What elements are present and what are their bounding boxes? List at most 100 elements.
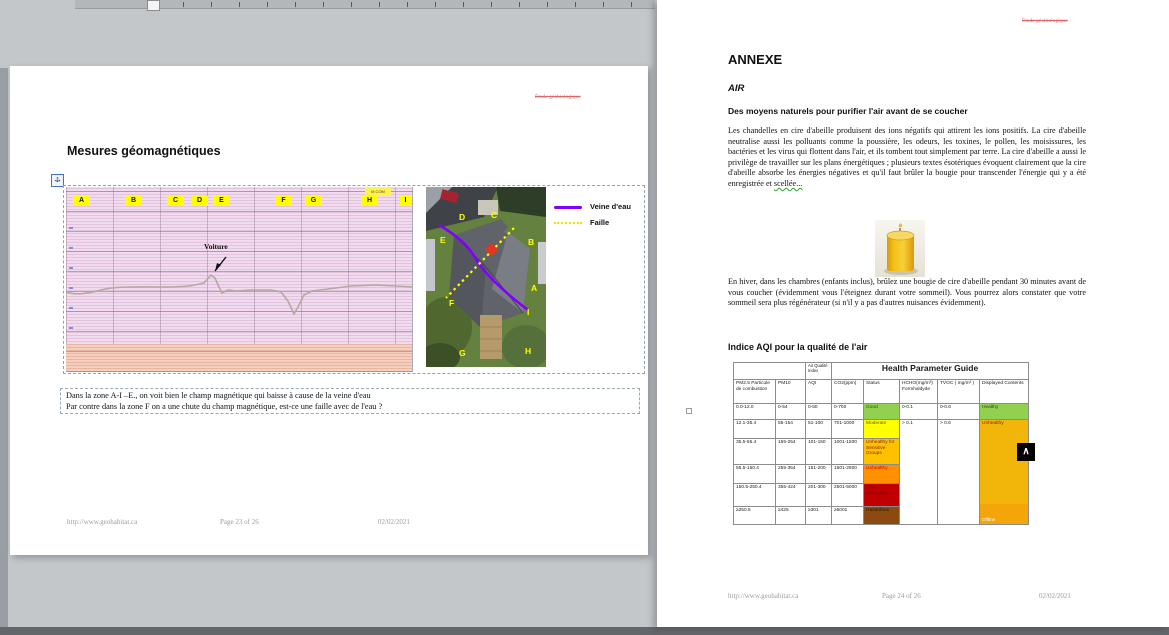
status-hazardous-cell: Hazardous bbox=[864, 507, 900, 525]
move-vertical-icon: ↕ bbox=[52, 174, 63, 185]
paragraph-beeswax: Les chandelles en cire d'abeille produis… bbox=[728, 126, 1086, 190]
bottom-window-edge bbox=[0, 627, 1169, 635]
magnetic-field-trace bbox=[66, 275, 413, 314]
cell-co2: 701-1000 bbox=[832, 420, 864, 439]
cell-pm10: 255-354 bbox=[776, 465, 806, 484]
health-parameter-table: Air Qualité Index Health Parameter Guide… bbox=[733, 362, 1029, 525]
beeswax-candle-image[interactable] bbox=[875, 220, 925, 277]
displayed-unhealthy-label: Unhealthy bbox=[982, 421, 1004, 426]
cell-aqi: 151-200 bbox=[806, 465, 832, 484]
geomagnetic-figure[interactable]: A B C D E F G H I M COM Voiture bbox=[63, 185, 645, 374]
cell-pm25: 0.0-12.0 bbox=[734, 404, 776, 420]
cell-pm25: 55.5-150.4 bbox=[734, 465, 776, 484]
page-title: Mesures géomagnétiques bbox=[67, 144, 221, 158]
cell-co2: 1001-1500 bbox=[832, 439, 864, 465]
legend-veine-label: Veine d'eau bbox=[590, 202, 631, 211]
table-row: 0.0-12.0 0-54 0-50 0-700 Good 0-0.1 0-0.… bbox=[734, 404, 1029, 420]
figure-caption-frame[interactable]: Dans la zone A-I –E., on voit bien le ch… bbox=[60, 388, 640, 414]
cell-hcho: 0-0.1 bbox=[900, 404, 938, 420]
aerial-photo: D C E B A F I G H bbox=[426, 187, 546, 367]
document-page-24[interactable]: Étude géobiologique ANNEXE AIR Des moyen… bbox=[657, 0, 1169, 627]
offline-label: Offline bbox=[982, 517, 995, 523]
table-corner-label: Air Qualité Index bbox=[806, 363, 832, 380]
cell-pm25: 12.1-35.4 bbox=[734, 420, 776, 439]
cell-pm10: ≥425 bbox=[776, 507, 806, 525]
struck-watermark-text: Étude géobiologique bbox=[535, 94, 581, 100]
horizontal-ruler[interactable] bbox=[75, 0, 655, 9]
hcho-merged-cell: > 0.1 bbox=[900, 420, 938, 525]
cell-co2: 2501-5000 bbox=[832, 484, 864, 507]
neighbor-house-left bbox=[426, 239, 435, 291]
tab-stop-selector[interactable] bbox=[147, 0, 160, 11]
displayed-unhealthy-merged-cell: Unhealthy Offline bbox=[980, 420, 1029, 525]
cell-aqi: 201-300 bbox=[806, 484, 832, 507]
col-header-displayed: Displayed Contents bbox=[980, 380, 1029, 404]
aqi-table-image[interactable]: Air Qualité Index Health Parameter Guide… bbox=[733, 362, 1028, 525]
cell-pm10: 155-254 bbox=[776, 439, 806, 465]
heading-air: AIR bbox=[728, 83, 744, 94]
neighbor-house-right bbox=[538, 242, 546, 284]
cell-pm10: 55-154 bbox=[776, 420, 806, 439]
candle-top bbox=[887, 231, 914, 240]
paragraph-winter-advice: En hiver, dans les chambres (enfants inc… bbox=[728, 277, 1086, 309]
document-page-23[interactable]: Étude géobiologique Mesures géomagnétiqu… bbox=[10, 66, 648, 555]
struck-watermark-text: Étude géobiologique bbox=[1022, 18, 1068, 24]
photo-label-a: A bbox=[531, 283, 537, 293]
cell-pm10: 0-54 bbox=[776, 404, 806, 420]
cell-aqi: ≥301 bbox=[806, 507, 832, 525]
photo-label-b: B bbox=[528, 237, 534, 247]
status-unhealthy-cell: Unhealthy bbox=[864, 465, 900, 484]
table-row: 12.1-35.4 55-154 51-100 701-1000 Moderat… bbox=[734, 420, 1029, 439]
col-header-pm25: PM2.5 Particule de combustion bbox=[734, 380, 776, 404]
table-title: Health Parameter Guide bbox=[832, 363, 1029, 380]
photo-label-c: C bbox=[491, 210, 497, 220]
photo-label-d: D bbox=[459, 212, 465, 222]
footer-date: 02/02/2021 bbox=[1039, 592, 1071, 600]
heading-aqi-index: Indice AQI pour la qualité de l'air bbox=[728, 342, 867, 352]
caption-line-1: Dans la zone A-I –E., on voit bien le ch… bbox=[66, 390, 634, 401]
cell-aqi: 0-50 bbox=[806, 404, 832, 420]
cell-co2: 1501-2500 bbox=[832, 465, 864, 484]
footer-url: http://www.geohabitat.ca bbox=[728, 592, 798, 600]
col-header-status: Status bbox=[864, 380, 900, 404]
photo-label-i: I bbox=[527, 307, 529, 317]
cell-co2: ≥5001 bbox=[832, 507, 864, 525]
voiture-annotation: Voiture bbox=[204, 242, 228, 251]
status-good-cell: Good bbox=[864, 404, 900, 420]
col-header-aqi: AQI bbox=[806, 380, 832, 404]
footer-page: Page 23 of 26 bbox=[220, 518, 259, 526]
object-anchor-box bbox=[686, 408, 692, 414]
magnetic-trace-svg bbox=[66, 187, 413, 372]
legend-veine-swatch bbox=[554, 206, 582, 209]
grammar-flagged-word: scellée... bbox=[774, 179, 802, 188]
table-corner-empty bbox=[734, 363, 806, 380]
word-processor-window: Étude géobiologique Mesures géomagnétiqu… bbox=[0, 0, 1169, 635]
caption-line-2: Par contre dans la zone F on a une chute… bbox=[66, 401, 634, 412]
geomagnetic-strip-chart: A B C D E F G H I M COM Voiture bbox=[66, 187, 413, 372]
cell-aqi: 101-150 bbox=[806, 439, 832, 465]
heading-purify-air: Des moyens naturels pour purifier l'air … bbox=[728, 106, 968, 116]
legend-faille-label: Faille bbox=[590, 218, 609, 227]
col-header-pm10: PM10 bbox=[776, 380, 806, 404]
scroll-to-top-icon: ∧ bbox=[1017, 443, 1035, 461]
footer-url: http://www.geohabitat.ca bbox=[67, 518, 137, 526]
cell-co2: 0-700 bbox=[832, 404, 864, 420]
cell-pm10: 355-424 bbox=[776, 484, 806, 507]
footer-page: Page 24 of 26 bbox=[882, 592, 921, 600]
status-moderate-cell: Moderate bbox=[864, 420, 900, 439]
footer-date: 02/02/2021 bbox=[378, 518, 410, 526]
candle-body bbox=[887, 235, 914, 271]
deck bbox=[480, 315, 502, 359]
tvoc-merged-cell: > 0.6 bbox=[938, 420, 980, 525]
left-scrollbar-strip[interactable] bbox=[0, 68, 8, 635]
photo-label-f: F bbox=[449, 298, 454, 308]
cell-pm25: 150.5-250.4 bbox=[734, 484, 776, 507]
photo-label-h: H bbox=[525, 346, 531, 356]
status-usg-cell: Unhealthy for Sensitive Groups bbox=[864, 439, 900, 465]
offline-badge: Offline bbox=[980, 504, 1029, 524]
ruler-ticks bbox=[183, 2, 643, 7]
cell-aqi: 51-100 bbox=[806, 420, 832, 439]
col-header-co2: CO2(ppm) bbox=[832, 380, 864, 404]
cell-pm25: 35.5-55.4 bbox=[734, 439, 776, 465]
heading-annexe: ANNEXE bbox=[728, 52, 782, 67]
